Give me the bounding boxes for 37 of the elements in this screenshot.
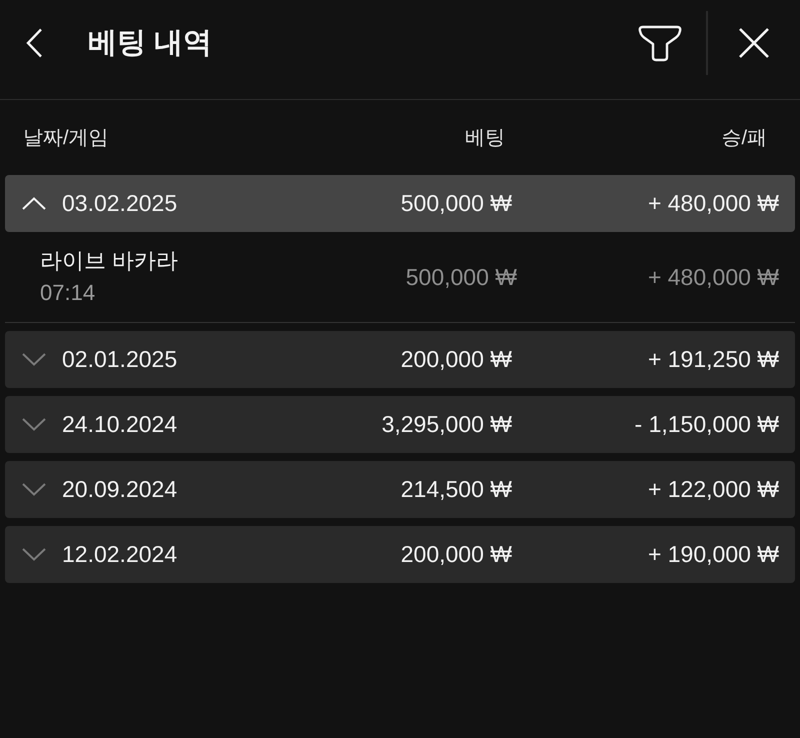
date-group-row[interactable]: 03.02.2025 500,000 ₩ + 480,000 ₩	[5, 175, 795, 232]
result-amount: + 122,000 ₩	[648, 475, 779, 504]
bet-amount: 3,295,000 ₩	[382, 410, 512, 440]
game-name: 라이브 바카라	[40, 247, 178, 275]
filter-button[interactable]	[637, 23, 683, 63]
column-header: 승/패	[721, 126, 767, 151]
page-title: 베팅 내역	[88, 28, 212, 58]
chevron-down-icon	[22, 353, 46, 366]
bet-amount: 200,000 ₩	[400, 540, 512, 570]
date-group-row[interactable]: 12.02.2024 200,000 ₩ + 190,000 ₩	[5, 526, 795, 583]
result-amount: + 190,000 ₩	[648, 540, 779, 570]
bet-amount: 200,000 ₩	[400, 345, 512, 374]
column-header: 베팅	[465, 126, 505, 151]
chevron-down-icon	[22, 483, 46, 496]
chevron-down-icon	[22, 548, 46, 561]
close-icon	[738, 27, 770, 59]
result-amount: + 480,000 ₩	[648, 189, 779, 218]
result-amount: + 191,250 ₩	[648, 345, 779, 374]
column-header: 날짜/게임	[23, 126, 109, 151]
date-text: 03.02.2025	[62, 189, 178, 218]
game-time: 07:14	[40, 279, 96, 307]
filter-icon	[638, 24, 682, 62]
bet-amount: 500,000 ₩	[400, 189, 512, 218]
date-group-row[interactable]: 02.01.2025 200,000 ₩ + 191,250 ₩	[5, 331, 795, 388]
date-group-row[interactable]: 24.10.2024 3,295,000 ₩ - 1,150,000 ₩	[5, 396, 795, 453]
date-text: 24.10.2024	[62, 410, 178, 440]
result-amount: + 480,000 ₩	[648, 262, 779, 292]
chevron-down-icon	[22, 418, 46, 431]
bet-amount: 500,000 ₩	[406, 262, 517, 292]
date-group-row[interactable]: 20.09.2024 214,500 ₩ + 122,000 ₩	[5, 461, 795, 518]
chevron-up-icon	[22, 197, 46, 210]
result-amount: - 1,150,000 ₩	[634, 410, 779, 440]
chevron-left-icon	[25, 28, 43, 58]
bet-amount: 214,500 ₩	[400, 475, 512, 504]
date-text: 12.02.2024	[62, 540, 178, 570]
date-text: 20.09.2024	[62, 475, 178, 504]
date-text: 02.01.2025	[62, 345, 178, 374]
